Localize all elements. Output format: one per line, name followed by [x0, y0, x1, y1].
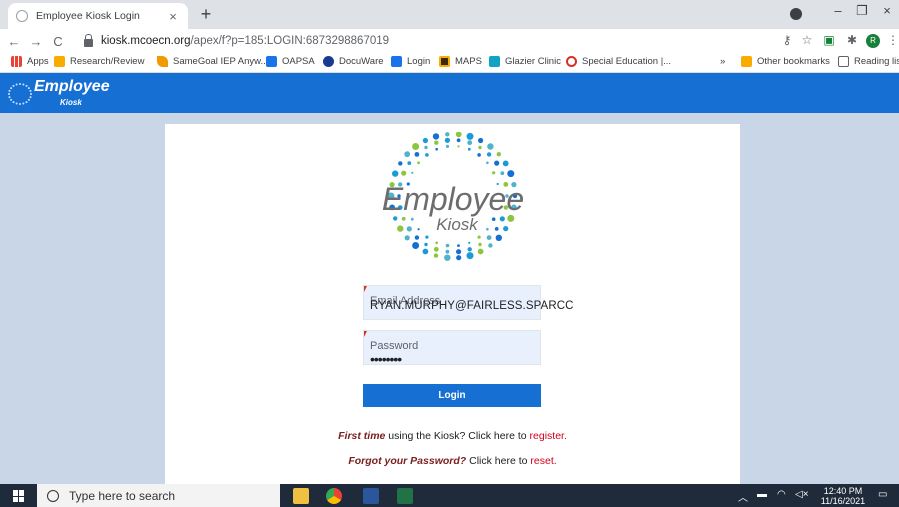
- apps-grid-icon: [11, 56, 22, 67]
- bookmark-docuware[interactable]: DocuWare: [323, 56, 384, 67]
- bookmark-samegoal[interactable]: SameGoal IEP Anyw...: [157, 56, 268, 67]
- chrome-icon[interactable]: [326, 488, 342, 504]
- oapsa-icon: [266, 56, 277, 67]
- tray-wifi-icon[interactable]: ◠: [777, 489, 786, 500]
- login-button[interactable]: Login: [363, 384, 541, 407]
- reload-icon[interactable]: C: [48, 34, 68, 49]
- url-path: /apex/f?p=185:LOGIN:6873298867019: [190, 35, 390, 47]
- windows-start-icon[interactable]: [13, 490, 25, 502]
- bookmarks-overflow-button[interactable]: »: [720, 56, 725, 67]
- app-header: [0, 73, 899, 113]
- special-ed-icon: [566, 56, 577, 67]
- back-arrow-icon[interactable]: ←: [4, 34, 24, 49]
- tab-title: Employee Kiosk Login: [36, 10, 140, 22]
- tray-chevron-icon[interactable]: ︿: [738, 489, 748, 504]
- header-subtitle: Kiosk: [60, 98, 82, 107]
- password-key-icon[interactable]: ⚷: [778, 33, 796, 47]
- reset-link[interactable]: reset.: [530, 455, 556, 467]
- first-time-message: First time using the Kiosk? Click here t…: [338, 430, 567, 442]
- password-field[interactable]: Password ••••••••: [363, 330, 541, 367]
- bookmark-special-education[interactable]: Special Education |...: [566, 56, 671, 67]
- forward-arrow-icon[interactable]: →: [26, 34, 46, 49]
- bookmark-apps[interactable]: Apps: [11, 56, 49, 67]
- address-bar[interactable]: kiosk.mcoecn.org/apex/f?p=185:LOGIN:6873…: [84, 31, 768, 51]
- lock-icon: [84, 34, 93, 47]
- file-explorer-icon[interactable]: [293, 488, 309, 504]
- maps-icon: [439, 56, 450, 67]
- extensions-puzzle-icon[interactable]: ✱: [843, 33, 861, 47]
- forgot-password-message: Forgot your Password? Click here to rese…: [348, 455, 557, 467]
- reading-list-button[interactable]: Reading list: [838, 56, 899, 67]
- folder-icon: [741, 56, 752, 67]
- chrome-menu-icon[interactable]: ⋮: [884, 33, 899, 47]
- notifications-icon[interactable]: ▭: [878, 489, 887, 500]
- reading-list-icon: [838, 56, 849, 67]
- close-window-button[interactable]: ×: [877, 3, 897, 18]
- logo-word: Employee: [382, 181, 524, 217]
- required-marker-icon: [364, 286, 367, 292]
- restore-button[interactable]: ❐: [852, 3, 872, 19]
- glazier-icon: [489, 56, 500, 67]
- taskbar-clock[interactable]: 12:40 PM 11/16/2021: [820, 486, 866, 506]
- docuware-icon: [323, 56, 334, 67]
- bookmark-login[interactable]: Login: [391, 56, 430, 67]
- login-icon: [391, 56, 402, 67]
- minimize-button[interactable]: –: [828, 3, 848, 18]
- browser-tab[interactable]: Employee Kiosk Login ×: [8, 3, 188, 29]
- logo-subword: Kiosk: [436, 215, 479, 234]
- bookmark-glazier-clinic[interactable]: Glazier Clinic: [489, 56, 561, 67]
- extension-icon[interactable]: ▣: [820, 33, 838, 47]
- browser-tab-strip: Employee Kiosk Login × + – ❐ ×: [0, 0, 899, 29]
- bookmarks-bar: Apps Research/Review SameGoal IEP Anyw..…: [0, 53, 899, 73]
- folder-icon: [54, 56, 65, 67]
- bookmark-oapsa[interactable]: OAPSA: [266, 56, 315, 67]
- loading-favicon-icon: [16, 10, 28, 22]
- bookmark-other[interactable]: Other bookmarks: [741, 56, 830, 67]
- tray-battery-icon[interactable]: ▬: [757, 489, 767, 500]
- email-value: RYAN.MURPHY@FAIRLESS.SPARCC: [370, 300, 574, 312]
- bookmark-maps[interactable]: MAPS: [439, 56, 482, 67]
- tab-close-icon[interactable]: ×: [166, 9, 180, 24]
- bookmark-research-review[interactable]: Research/Review: [54, 56, 144, 67]
- required-marker-icon: [364, 331, 367, 337]
- password-value: ••••••••: [370, 351, 402, 367]
- new-tab-button[interactable]: +: [196, 4, 216, 25]
- excel-icon[interactable]: [397, 488, 413, 504]
- email-field[interactable]: Email Address RYAN.MURPHY@FAIRLESS.SPARC…: [363, 285, 573, 320]
- employee-kiosk-logo-icon: [8, 83, 32, 105]
- taskbar-search-box[interactable]: Type here to search: [37, 484, 280, 507]
- employee-kiosk-logo: Employee Kiosk: [382, 132, 524, 261]
- register-link[interactable]: register.: [530, 430, 567, 442]
- profile-avatar[interactable]: R: [866, 34, 880, 48]
- header-title: Employee: [34, 78, 110, 95]
- browser-toolbar: ← → C kiosk.mcoecn.org/apex/f?p=185:LOGI…: [0, 29, 899, 53]
- search-icon: [47, 489, 59, 502]
- bookmark-star-icon[interactable]: ☆: [798, 33, 816, 47]
- tray-volume-icon[interactable]: ◁×: [795, 489, 809, 500]
- url-host: kiosk.mcoecn.org: [101, 35, 191, 47]
- profile-indicator-icon[interactable]: [790, 8, 802, 20]
- samegoal-icon: [157, 56, 168, 67]
- word-icon[interactable]: [363, 488, 379, 504]
